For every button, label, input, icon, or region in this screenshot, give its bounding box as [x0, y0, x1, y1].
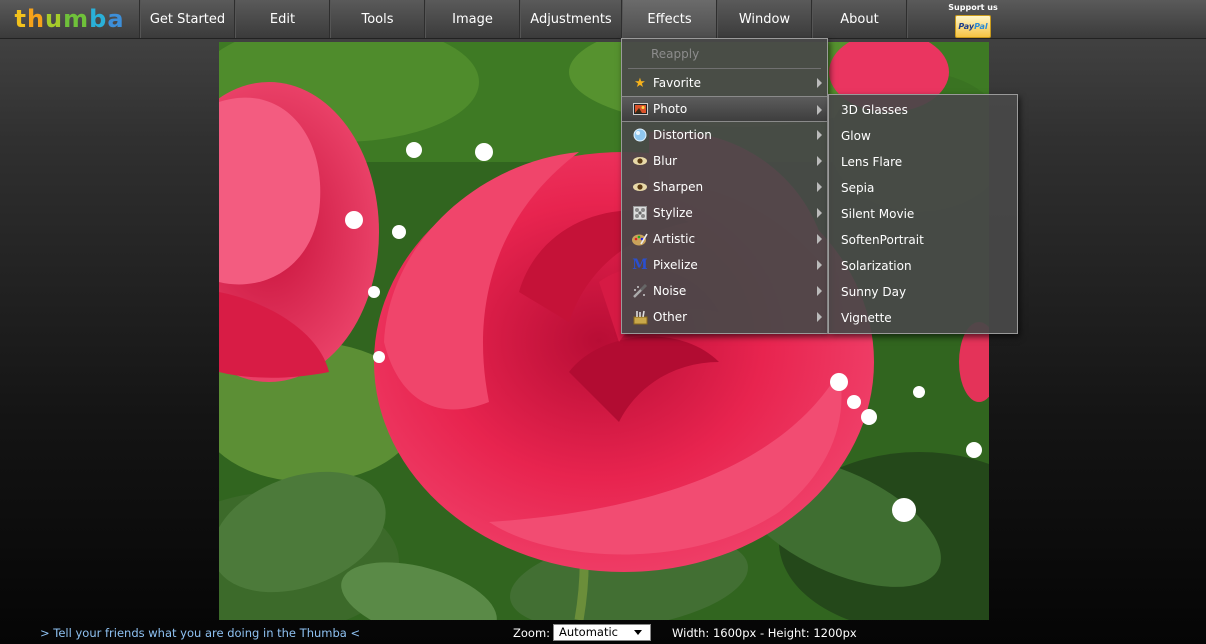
zoom-value: Automatic	[559, 625, 618, 639]
submenu-arrow-icon	[817, 130, 822, 140]
chevron-down-icon	[634, 630, 642, 635]
noise-icon	[632, 283, 648, 299]
eye-icon	[632, 153, 648, 169]
submenu-item-lens-flare[interactable]: Lens Flare	[829, 149, 1017, 175]
submenu-arrow-icon	[817, 234, 822, 244]
menu-item-photo[interactable]: Photo	[622, 96, 827, 122]
menu-item-pixelize[interactable]: M Pixelize	[622, 252, 827, 278]
zoom-label: Zoom:	[513, 626, 551, 640]
tools-icon	[632, 309, 648, 325]
menu-about[interactable]: About	[812, 0, 907, 38]
menu-item-artistic[interactable]: Artistic	[622, 226, 827, 252]
menu-item-reapply[interactable]: Reapply	[622, 41, 827, 67]
effects-menu: Reapply ★ Favorite Photo Distortion Blur…	[621, 38, 828, 334]
photo-submenu: 3D Glasses Glow Lens Flare Sepia Silent …	[828, 94, 1018, 334]
submenu-item-silent-movie[interactable]: Silent Movie	[829, 201, 1017, 227]
palette-icon	[632, 231, 648, 247]
status-bar: > Tell your friends what you are doing i…	[0, 621, 1206, 644]
menu-item-blur[interactable]: Blur	[622, 148, 827, 174]
submenu-arrow-icon	[817, 78, 822, 88]
submenu-item-solarization[interactable]: Solarization	[829, 253, 1017, 279]
submenu-arrow-icon	[817, 105, 822, 115]
thumba-logo[interactable]: thumba	[0, 0, 140, 38]
stylize-icon	[632, 205, 648, 221]
menu-tools[interactable]: Tools	[330, 0, 425, 38]
zoom-select[interactable]: Automatic	[553, 624, 651, 641]
menu-item-other[interactable]: Other	[622, 304, 827, 330]
support-us: Support us Pay Pal	[907, 0, 1038, 38]
menu-window[interactable]: Window	[717, 0, 812, 38]
menu-item-stylize[interactable]: Stylize	[622, 200, 827, 226]
menu-item-favorite[interactable]: ★ Favorite	[622, 70, 827, 96]
menu-effects[interactable]: Effects	[622, 0, 717, 38]
submenu-arrow-icon	[817, 312, 822, 322]
submenu-arrow-icon	[817, 208, 822, 218]
star-icon: ★	[634, 75, 646, 91]
pixelize-icon: M	[632, 257, 648, 273]
menu-separator	[628, 68, 821, 69]
submenu-item-vignette[interactable]: Vignette	[829, 305, 1017, 331]
paypal-button[interactable]: Pay Pal	[955, 15, 991, 38]
menu-get-started[interactable]: Get Started	[140, 0, 235, 38]
menu-item-distortion[interactable]: Distortion	[622, 122, 827, 148]
submenu-arrow-icon	[817, 156, 822, 166]
submenu-item-sunny-day[interactable]: Sunny Day	[829, 279, 1017, 305]
submenu-arrow-icon	[817, 286, 822, 296]
menu-edit[interactable]: Edit	[235, 0, 330, 38]
menu-item-sharpen[interactable]: Sharpen	[622, 174, 827, 200]
menu-adjustments[interactable]: Adjustments	[520, 0, 622, 38]
menu-image[interactable]: Image	[425, 0, 520, 38]
menubar: thumba Get Started Edit Tools Image Adju…	[0, 0, 1206, 39]
support-us-label: Support us	[948, 3, 998, 12]
tell-friends-link[interactable]: > Tell your friends what you are doing i…	[40, 626, 360, 640]
eye-icon	[632, 179, 648, 195]
globe-icon	[632, 127, 648, 143]
menu-item-noise[interactable]: Noise	[622, 278, 827, 304]
submenu-arrow-icon	[817, 182, 822, 192]
submenu-arrow-icon	[817, 260, 822, 270]
photo-icon	[632, 101, 648, 117]
submenu-item-soften-portrait[interactable]: SoftenPortrait	[829, 227, 1017, 253]
submenu-item-glow[interactable]: Glow	[829, 123, 1017, 149]
image-dimensions: Width: 1600px - Height: 1200px	[672, 626, 857, 640]
submenu-item-3d-glasses[interactable]: 3D Glasses	[829, 97, 1017, 123]
submenu-item-sepia[interactable]: Sepia	[829, 175, 1017, 201]
